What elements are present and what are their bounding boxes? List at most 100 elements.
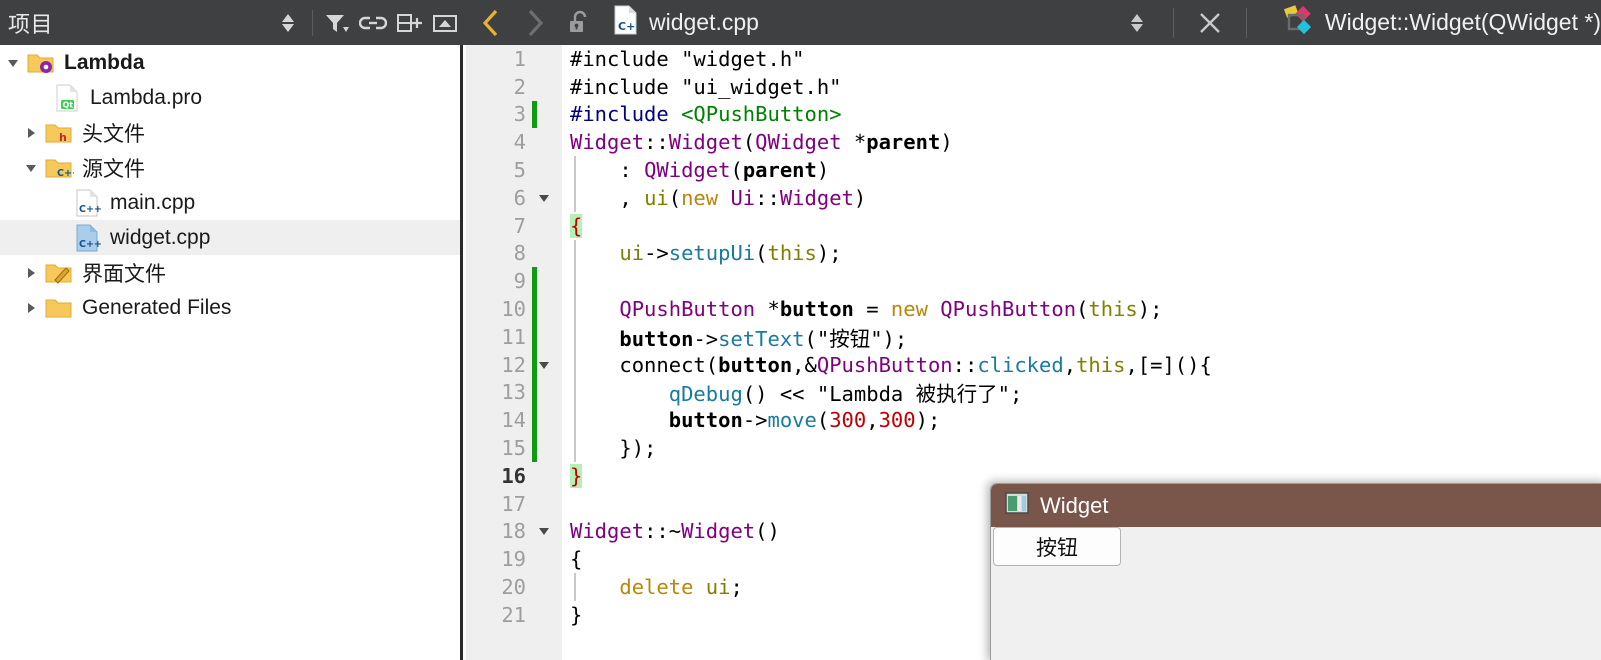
code-text: button->setText("按钮");: [619, 326, 908, 351]
tree-item-main-cpp[interactable]: C++ main.cpp: [0, 185, 460, 220]
tree-item-headers[interactable]: h 头文件: [0, 115, 460, 150]
nav-forward-button[interactable]: [513, 0, 557, 45]
close-file-button[interactable]: [1188, 0, 1232, 45]
code-line[interactable]: 1 #include "widget.h": [466, 45, 1601, 73]
fold-marker-icon[interactable]: [526, 524, 562, 538]
tree-item-lambda[interactable]: Lambda: [0, 45, 460, 80]
code-text: Widget::Widget(QWidget *parent): [570, 130, 953, 155]
code-text: : QWidget(parent): [570, 158, 830, 183]
indent-guide: [574, 156, 576, 184]
symbol-name: Widget::Widget(QWidget *): [1324, 9, 1601, 35]
code-line[interactable]: 14 button->move(300,300);: [466, 406, 1601, 435]
chevron-right-icon[interactable]: [18, 126, 44, 140]
unlock-icon[interactable]: [557, 0, 601, 45]
top-toolbar: 项目 C+ widget.cpp Widget::Widget(QWidget …: [0, 0, 1601, 45]
chevron-right-icon[interactable]: [18, 266, 44, 280]
code-text: qDebug() << "Lambda 被执行了";: [668, 382, 1023, 407]
code-line[interactable]: 12 connect(button,&QPushButton::clicked,…: [466, 350, 1601, 379]
qt-symbol-icon: [1279, 3, 1313, 42]
chevron-right-icon[interactable]: [18, 301, 44, 315]
code-text: {: [570, 213, 583, 238]
collapse-panel-icon[interactable]: [427, 0, 463, 45]
code-line[interactable]: 13 qDebug() << "Lambda 被执行了";: [466, 378, 1601, 407]
file-list-dropdown-icon[interactable]: [1115, 0, 1159, 45]
line-number: 9: [513, 269, 526, 294]
code-text: button->move(300,300);: [668, 408, 941, 433]
tree-item-label: 界面文件: [82, 262, 166, 286]
header-folder-icon: h: [44, 120, 74, 146]
code-line[interactable]: 6 , ui(new Ui::Widget): [466, 183, 1601, 212]
open-file-tab[interactable]: C++ widget.cpp: [601, 4, 759, 41]
project-tree: Lambda Qt Lambda.pro h 头文件 C++: [0, 45, 463, 660]
code-line[interactable]: 4 Widget::Widget(QWidget *parent): [466, 128, 1601, 156]
tree-item-ui-files[interactable]: 界面文件: [0, 255, 460, 290]
link-icon[interactable]: [355, 0, 391, 45]
project-panel-header: 项目: [0, 0, 463, 45]
split-add-icon[interactable]: [391, 0, 427, 45]
svg-text:C++: C++: [57, 168, 74, 179]
line-number: 6: [513, 185, 526, 210]
tree-item-lambda-pro[interactable]: Qt Lambda.pro: [0, 80, 460, 115]
code-line[interactable]: 8 ui->setupUi(this);: [466, 239, 1601, 268]
change-marker: [532, 100, 537, 129]
svg-text:C++: C++: [618, 20, 639, 33]
line-number: 1: [513, 46, 526, 71]
cpp-file-icon: C++: [72, 188, 102, 218]
app-window-titlebar[interactable]: Widget: [991, 484, 1601, 527]
change-marker: [532, 295, 537, 323]
line-number: 20: [501, 575, 526, 600]
tree-item-widget-cpp[interactable]: C++ widget.cpp: [0, 220, 460, 255]
code-line[interactable]: 10 QPushButton *button = new QPushButton…: [466, 295, 1601, 323]
plain-folder-icon: [44, 295, 74, 321]
code-text: , ui(new Ui::Widget): [570, 185, 867, 210]
code-line[interactable]: 5 : QWidget(parent): [466, 156, 1601, 184]
fold-marker-icon[interactable]: [526, 191, 562, 205]
code-line[interactable]: 11 button->setText("按钮");: [466, 322, 1601, 351]
toolbar-separator-3: [1245, 7, 1247, 38]
tree-item-label: 源文件: [82, 157, 145, 181]
code-line[interactable]: 15 });: [466, 434, 1601, 462]
line-number: 8: [513, 241, 526, 266]
chevron-down-icon[interactable]: [0, 56, 26, 70]
line-number: 13: [501, 380, 526, 405]
line-number: 21: [501, 602, 526, 627]
nav-back-button[interactable]: [469, 0, 513, 45]
code-text: #include <QPushButton>: [570, 102, 842, 127]
line-number: 12: [501, 352, 526, 377]
line-number: 16: [501, 463, 526, 488]
code-line[interactable]: 9: [466, 267, 1601, 296]
code-text: #include "widget.h": [570, 46, 805, 71]
qt-window-icon: [1005, 492, 1029, 519]
code-text: });: [570, 436, 657, 461]
tree-item-generated-files[interactable]: Generated Files: [0, 290, 460, 325]
change-marker: [532, 350, 537, 379]
indent-guide: [574, 322, 576, 351]
svg-text:h: h: [59, 131, 67, 144]
cpp-file-icon: C++: [611, 4, 645, 41]
code-line[interactable]: 2 #include "ui_widget.h": [466, 73, 1601, 101]
line-number: 14: [501, 408, 526, 433]
indent-guide: [574, 573, 576, 601]
tree-item-label: Lambda.pro: [90, 85, 203, 109]
sync-updown-icon[interactable]: [270, 0, 306, 45]
symbol-selector[interactable]: Widget::Widget(QWidget *): [1279, 3, 1601, 42]
indent-guide: [574, 295, 576, 323]
line-number: 17: [501, 491, 526, 516]
svg-text:Qt: Qt: [63, 100, 74, 109]
tree-item-label: Generated Files: [82, 295, 232, 319]
code-line[interactable]: 3 #include <QPushButton>: [466, 100, 1601, 129]
source-folder-icon: C++: [44, 155, 74, 181]
running-app-window[interactable]: Widget 按钮: [990, 483, 1601, 660]
code-text: ui->setupUi(this);: [619, 241, 842, 266]
tree-item-sources[interactable]: C++ 源文件: [0, 150, 460, 185]
app-push-button[interactable]: 按钮: [993, 527, 1121, 566]
editor-toolbar: C++ widget.cpp: [463, 0, 1601, 45]
change-marker: [532, 406, 537, 435]
code-line[interactable]: 7{: [466, 212, 1601, 240]
toolbar-separator: [312, 9, 313, 36]
change-marker: [532, 378, 537, 407]
filter-icon[interactable]: [319, 0, 355, 45]
chevron-down-icon[interactable]: [18, 161, 44, 175]
code-text: #include "ui_widget.h": [570, 74, 842, 99]
tree-item-label: widget.cpp: [110, 225, 211, 249]
